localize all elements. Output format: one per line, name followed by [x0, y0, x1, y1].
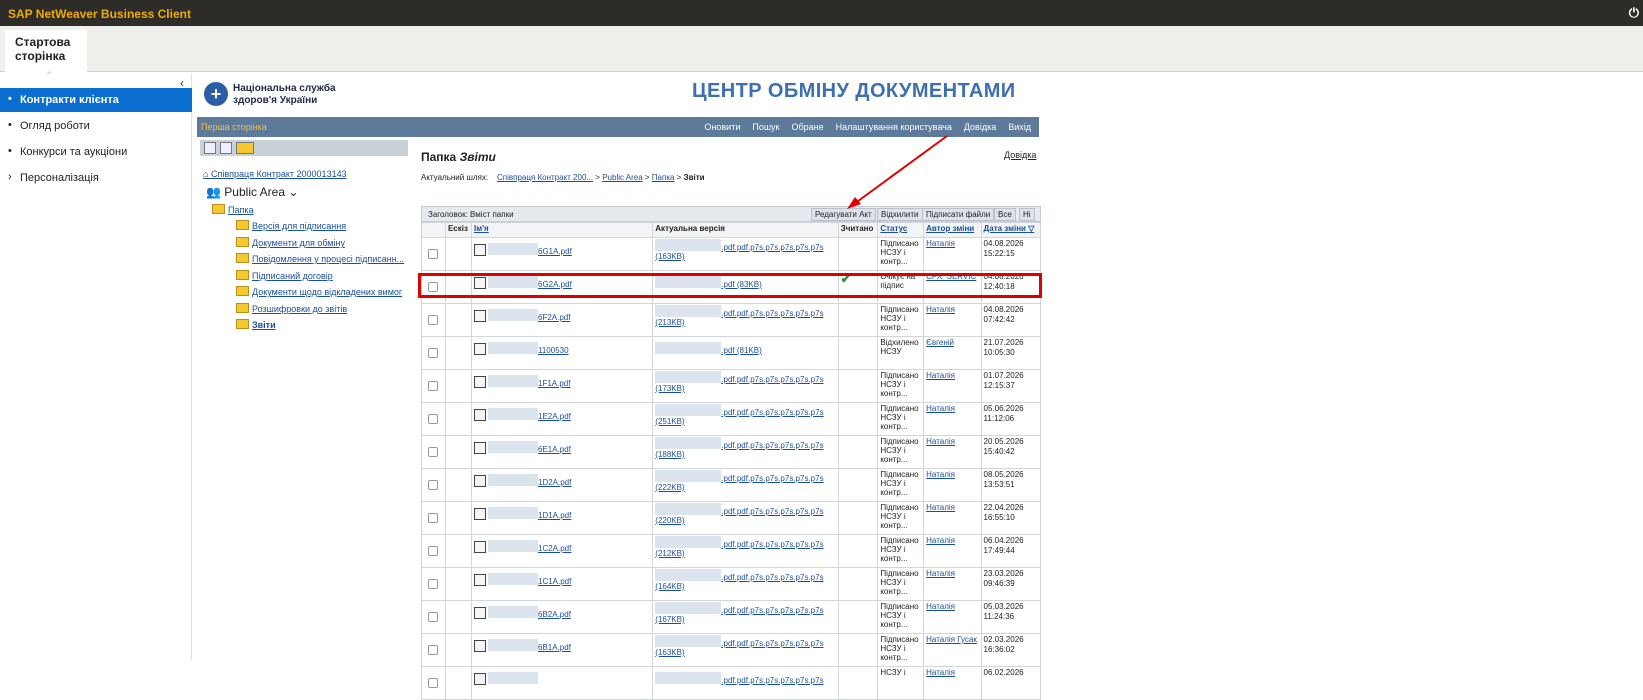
row-checkbox[interactable]	[428, 678, 438, 688]
author-cell: Наталія	[923, 666, 982, 700]
table-row[interactable]: .pdf.pdf.p7s.p7s.p7s.p7s.p7s НСЗУ і Наталі…	[421, 666, 1042, 700]
arrow-head	[847, 197, 861, 209]
status-cell: НСЗУ і	[877, 666, 925, 700]
thumbnail-cell	[444, 666, 473, 700]
annotation-arrow	[847, 135, 948, 209]
select-cell	[421, 666, 446, 700]
version-cell: .pdf.pdf.p7s.p7s.p7s.p7s.p7s	[652, 666, 839, 700]
status-line: НСЗУ і	[880, 668, 906, 677]
version-link[interactable]: .pdf.pdf.p7s.p7s.p7s.p7s.p7s	[721, 676, 823, 685]
read-cell	[837, 666, 879, 700]
author-link[interactable]: Наталія	[926, 668, 955, 677]
arrow-line	[853, 135, 948, 205]
date-cell: 06.02.2026	[980, 666, 1042, 700]
date-value: 06.02.2026	[983, 668, 1024, 677]
name-cell	[470, 666, 654, 700]
redacted-block	[488, 672, 538, 684]
redacted-block	[655, 672, 722, 684]
file-icon	[474, 673, 486, 685]
